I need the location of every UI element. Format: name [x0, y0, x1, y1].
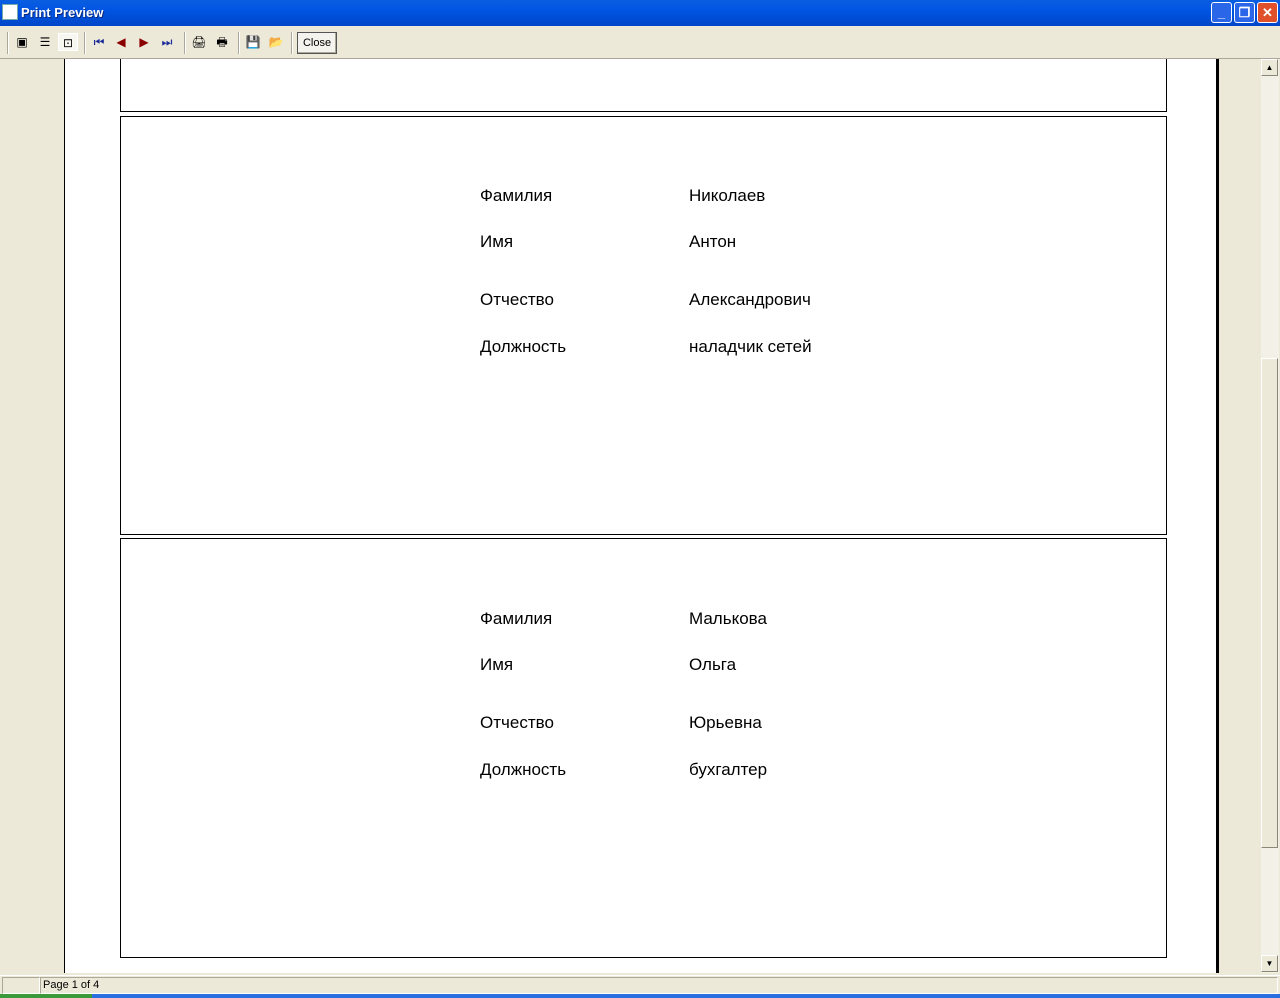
name-value: Ольга: [689, 655, 737, 674]
one-page-icon[interactable]: ▣: [12, 33, 32, 51]
open-icon[interactable]: 📂: [266, 33, 286, 51]
print-setup-icon[interactable]: 🖨: [189, 33, 209, 51]
separator: [238, 32, 240, 54]
record-card-previous: [120, 59, 1167, 112]
restore-button[interactable]: ❐: [1234, 2, 1255, 23]
print-icon[interactable]: 🖶: [212, 33, 232, 51]
multi-page-icon[interactable]: ☰: [35, 33, 55, 51]
vertical-scrollbar[interactable]: ▲ ▼: [1261, 59, 1279, 973]
record-card: Фамилия Николаев Имя Антон Отчество Алек…: [120, 116, 1167, 535]
window-title: Print Preview: [21, 5, 104, 20]
position-label: Должность: [480, 337, 567, 356]
close-button[interactable]: Close: [297, 32, 337, 54]
patronymic-value: Юрьевна: [689, 713, 762, 732]
separator: [7, 32, 9, 54]
position-value: бухгалтер: [689, 760, 768, 779]
toolbar: ▣ ☰ ⊡ ⏮ ◀ ▶ ⏭ 🖨 🖶 💾 📂 Close: [0, 26, 1280, 59]
title-bar: Print Preview _ ❐ ✕: [0, 0, 1280, 26]
taskbar-strip: [0, 994, 1280, 998]
close-window-button[interactable]: ✕: [1257, 2, 1278, 23]
scroll-thumb[interactable]: [1261, 358, 1278, 848]
scroll-down-button[interactable]: ▼: [1261, 955, 1278, 972]
last-page-icon[interactable]: ⏭: [157, 33, 177, 51]
page-indicator: Page 1 of 4: [40, 977, 1278, 994]
status-bar: Page 1 of 4: [0, 975, 1280, 994]
position-label: Должность: [480, 760, 567, 779]
patronymic-label: Отчество: [480, 713, 554, 732]
surname-label: Фамилия: [480, 609, 553, 628]
name-label: Имя: [480, 655, 514, 674]
surname-value: Николаев: [689, 186, 766, 205]
next-page-icon[interactable]: ▶: [134, 33, 154, 51]
position-value: наладчик сетей: [689, 337, 812, 356]
zoom-fit-icon[interactable]: ⊡: [58, 33, 78, 51]
surname-value: Малькова: [689, 609, 767, 628]
preview-page: Фамилия Николаев Имя Антон Отчество Алек…: [64, 59, 1219, 973]
record-card: Фамилия Малькова Имя Ольга Отчество Юрье…: [120, 538, 1167, 958]
minimize-button[interactable]: _: [1211, 2, 1232, 23]
patronymic-value: Александрович: [689, 290, 811, 309]
status-cell: [2, 977, 40, 994]
name-label: Имя: [480, 232, 514, 251]
name-value: Антон: [689, 232, 737, 251]
first-page-icon[interactable]: ⏮: [89, 33, 109, 51]
save-icon[interactable]: 💾: [243, 33, 263, 51]
patronymic-label: Отчество: [480, 290, 554, 309]
prev-page-icon[interactable]: ◀: [111, 33, 131, 51]
separator: [291, 32, 293, 54]
preview-area: Фамилия Николаев Имя Антон Отчество Алек…: [0, 59, 1261, 973]
app-icon: [2, 4, 18, 20]
surname-label: Фамилия: [480, 186, 553, 205]
scroll-up-button[interactable]: ▲: [1261, 59, 1278, 76]
separator: [184, 32, 186, 54]
separator: [84, 32, 86, 54]
